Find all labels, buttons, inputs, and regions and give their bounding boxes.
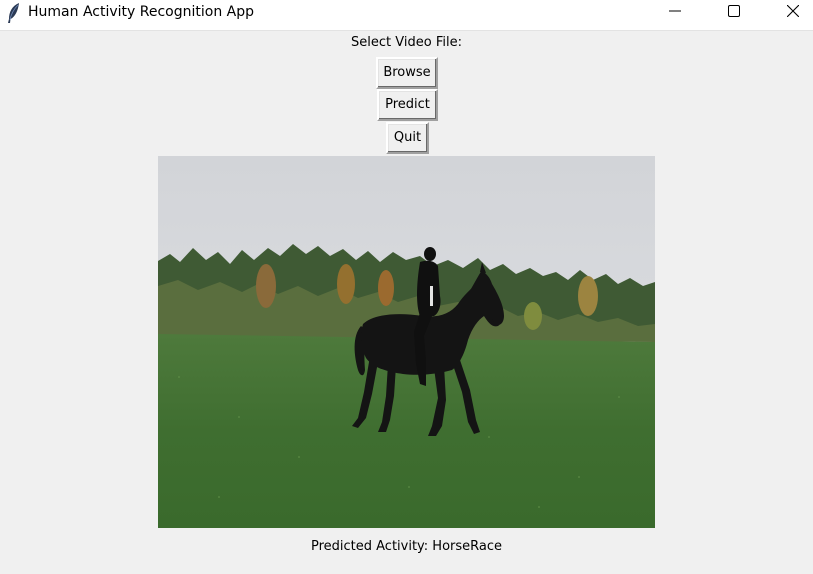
minimize-icon — [669, 10, 681, 12]
quit-button[interactable]: Quit — [386, 122, 429, 154]
video-preview-image — [158, 156, 655, 528]
close-button[interactable] — [770, 0, 813, 30]
title-bar: Human Activity Recognition App — [0, 0, 813, 31]
predict-button[interactable]: Predict — [377, 89, 438, 121]
maximize-icon — [728, 5, 740, 17]
close-icon — [787, 5, 799, 17]
feather-icon — [6, 2, 22, 24]
maximize-button[interactable] — [711, 0, 757, 30]
minimize-button[interactable] — [652, 0, 698, 30]
predicted-activity-label: Predicted Activity: HorseRace — [310, 539, 503, 554]
app-window: Human Activity Recognition App Select Vi… — [0, 0, 813, 574]
select-video-label: Select Video File: — [351, 35, 462, 50]
window-title: Human Activity Recognition App — [28, 4, 254, 20]
browse-button[interactable]: Browse — [376, 57, 438, 89]
